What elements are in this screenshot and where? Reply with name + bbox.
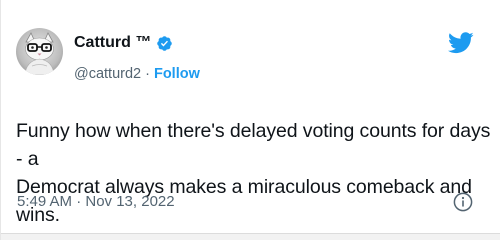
twitter-bird-icon[interactable] [448, 32, 474, 54]
avatar[interactable] [16, 28, 63, 75]
author-name-row: Catturd ™ [74, 34, 173, 52]
author-handle-row: @catturd2 · Follow [74, 66, 200, 82]
divider [1, 233, 500, 240]
handle-separator: · [145, 66, 150, 82]
author-handle[interactable]: @catturd2 [74, 66, 141, 82]
cat-avatar-icon [24, 32, 55, 75]
tweet-text: Funny how when there's delayed voting co… [16, 120, 491, 226]
author-display-name[interactable]: Catturd ™ [74, 34, 151, 52]
follow-button[interactable]: Follow [154, 66, 200, 82]
tweet-card: Catturd ™ @catturd2 · Follow Funny how w… [0, 0, 500, 240]
verified-badge-icon [156, 35, 173, 52]
info-icon[interactable] [453, 192, 473, 212]
tweet-timestamp[interactable]: 5:49 AM · Nov 13, 2022 [17, 193, 175, 210]
